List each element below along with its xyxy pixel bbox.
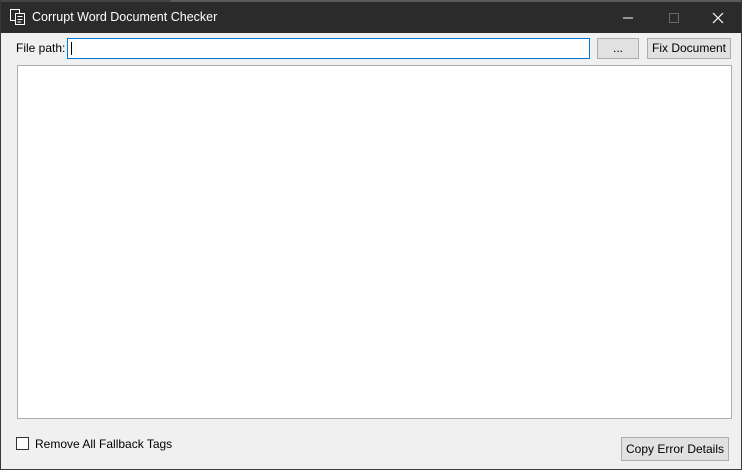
close-icon bbox=[712, 12, 724, 24]
file-path-input[interactable] bbox=[67, 38, 590, 59]
error-output-box[interactable] bbox=[17, 65, 732, 419]
minimize-button[interactable] bbox=[605, 2, 651, 33]
window-title: Corrupt Word Document Checker bbox=[32, 10, 218, 24]
remove-fallback-label[interactable]: Remove All Fallback Tags bbox=[35, 437, 172, 451]
maximize-button[interactable] bbox=[651, 2, 697, 33]
fix-document-button[interactable]: Fix Document bbox=[647, 38, 731, 59]
app-document-icon bbox=[10, 9, 26, 25]
app-window: Corrupt Word Document Checker File path:… bbox=[0, 0, 742, 470]
remove-fallback-checkbox[interactable] bbox=[16, 437, 29, 450]
browse-button[interactable]: ... bbox=[597, 38, 639, 59]
close-button[interactable] bbox=[695, 2, 741, 33]
title-bar[interactable]: Corrupt Word Document Checker bbox=[1, 0, 741, 33]
text-caret bbox=[71, 42, 72, 55]
maximize-icon bbox=[669, 13, 679, 23]
copy-error-details-button[interactable]: Copy Error Details bbox=[621, 437, 729, 461]
file-path-label: File path: bbox=[16, 41, 66, 55]
minimize-icon bbox=[623, 17, 633, 19]
